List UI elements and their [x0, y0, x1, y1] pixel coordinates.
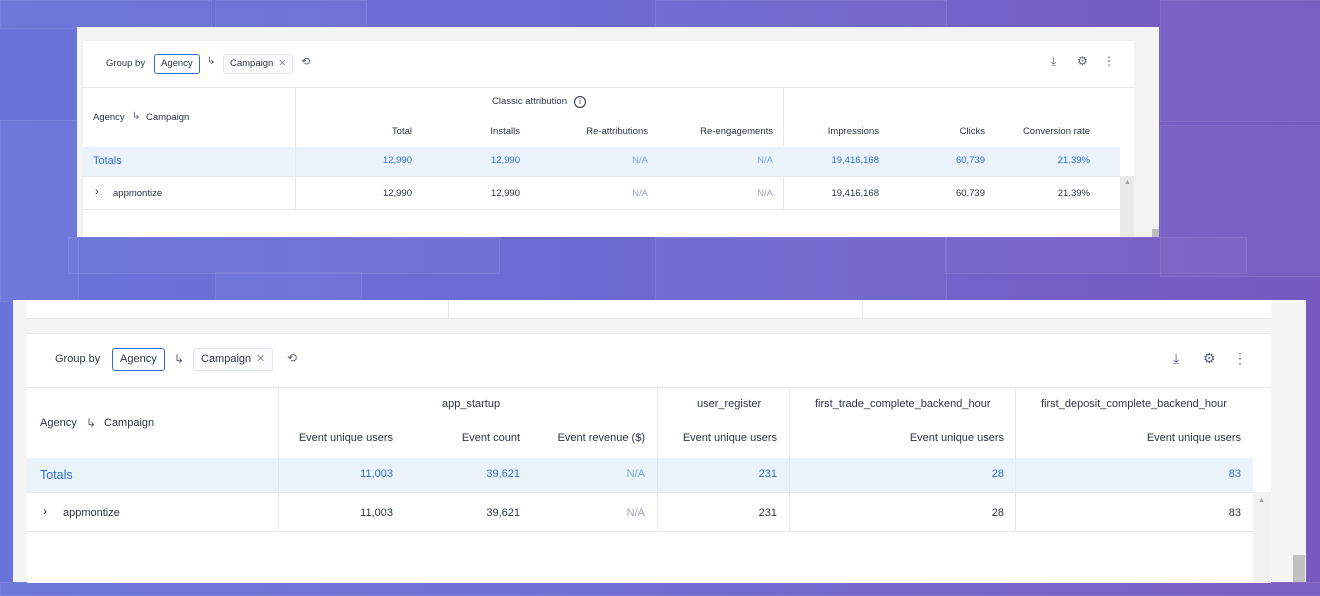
- totals-label: Totals: [93, 155, 122, 167]
- scrollbar-thumb[interactable]: [1152, 229, 1159, 237]
- totals-installs: 12,990: [490, 155, 520, 166]
- row-agency-name[interactable]: appmontize: [113, 188, 162, 199]
- subgroup-arrow-icon: ↳: [207, 56, 216, 67]
- col-total[interactable]: Total: [392, 126, 412, 137]
- group-title-first-trade: first_trade_complete_backend_hour: [815, 398, 991, 410]
- row-app-startup-revenue: N/A: [626, 507, 645, 519]
- totals-re-engagements: N/A: [757, 155, 773, 166]
- download-icon[interactable]: ⤓: [1173, 350, 1179, 367]
- header-agency: Agency: [40, 417, 77, 429]
- totals-app-startup-unique-users: 11,003: [360, 468, 393, 480]
- row-first-deposit: 83: [1228, 507, 1241, 519]
- vertical-scrollbar[interactable]: [1253, 492, 1271, 583]
- header-agency: Agency: [93, 112, 125, 123]
- totals-label: Totals: [40, 468, 73, 482]
- row-total: 12,990: [382, 188, 412, 199]
- col-impressions[interactable]: Impressions: [828, 126, 879, 137]
- row-first-trade: 28: [991, 507, 1004, 519]
- in-app-events-panel: Group by Agency ↳ Campaign ✕ ⟲ ⤓ ⚙ ⋮ Agen…: [13, 300, 1306, 583]
- totals-re-attributions: N/A: [632, 155, 648, 166]
- group-by-agency-chip[interactable]: Agency: [112, 348, 165, 371]
- row-agency-name[interactable]: appmontize: [63, 507, 120, 519]
- subgroup-arrow-icon: ↳: [86, 416, 97, 430]
- group-by-campaign-chip[interactable]: Campaign ✕: [193, 348, 274, 371]
- totals-app-startup-revenue: N/A: [626, 468, 645, 480]
- scroll-up-icon[interactable]: ▲: [1124, 179, 1131, 186]
- campaign-chip-label: Campaign: [201, 353, 252, 365]
- group-by-label: Group by: [55, 353, 101, 365]
- subgroup-arrow-icon: ↳: [132, 111, 141, 122]
- previous-table-footer: [27, 300, 1271, 319]
- row-user-register: 231: [758, 507, 777, 519]
- totals-app-startup-event-count: 39,621: [486, 468, 520, 480]
- col-re-engagements[interactable]: Re-engagements: [700, 126, 773, 137]
- totals-clicks: 60,739: [955, 155, 985, 166]
- group-title-user-register: user_register: [697, 398, 762, 410]
- col-first-deposit-unique-users[interactable]: Event unique users: [1147, 432, 1241, 444]
- col-installs[interactable]: Installs: [490, 126, 520, 137]
- group-title-classic-attribution: Classic attribution: [492, 96, 567, 107]
- info-icon[interactable]: i: [574, 96, 586, 108]
- col-app-startup-event-count[interactable]: Event count: [462, 432, 520, 444]
- history-icon[interactable]: ⟲: [287, 351, 297, 365]
- row-app-startup-unique-users: 11,003: [360, 507, 393, 519]
- more-vertical-icon[interactable]: ⋮: [1233, 350, 1247, 367]
- group-title-first-deposit: first_deposit_complete_backend_hour: [1041, 398, 1227, 410]
- col-first-trade-unique-users[interactable]: Event unique users: [910, 432, 1004, 444]
- more-vertical-icon[interactable]: ⋮: [1103, 54, 1115, 68]
- header-campaign: Campaign: [104, 417, 155, 429]
- subgroup-arrow-icon: ↳: [174, 352, 185, 366]
- gear-icon[interactable]: ⚙: [1077, 54, 1088, 68]
- row-re-attributions: N/A: [632, 188, 648, 199]
- scroll-up-icon[interactable]: ▲: [1258, 497, 1265, 504]
- totals-conversion-rate: 21.39%: [1057, 155, 1090, 166]
- remove-campaign-icon[interactable]: ✕: [256, 353, 265, 365]
- group-title-app-startup: app_startup: [442, 398, 501, 410]
- row-installs: 12,990: [490, 188, 520, 199]
- chevron-right-icon[interactable]: ›: [43, 504, 47, 518]
- in-app-events-table-card: Group by Agency ↳ Campaign ✕ ⟲ ⤓ ⚙ ⋮ Agen…: [27, 333, 1271, 583]
- header-campaign: Campaign: [146, 112, 190, 123]
- row-impressions: 19,416,168: [831, 188, 879, 199]
- scrollbar-thumb[interactable]: [1293, 555, 1305, 582]
- gear-icon[interactable]: ⚙: [1203, 350, 1216, 367]
- classic-attribution-table-card: Group by Agency ↳ Campaign ✕ ⟲ ⤓ ⚙ ⋮ Agen…: [83, 41, 1134, 237]
- col-re-attributions[interactable]: Re-attributions: [586, 126, 648, 137]
- group-by-agency-chip[interactable]: Agency: [154, 54, 200, 74]
- remove-campaign-icon[interactable]: ✕: [278, 58, 286, 69]
- history-icon[interactable]: ⟲: [301, 55, 310, 68]
- totals-user-register: 231: [758, 468, 777, 480]
- row-app-startup-event-count: 39,621: [486, 507, 520, 519]
- row-conversion-rate: 21.39%: [1057, 188, 1090, 199]
- col-conversion-rate[interactable]: Conversion rate: [1023, 126, 1090, 137]
- col-app-startup-revenue[interactable]: Event revenue ($): [558, 432, 645, 444]
- download-icon[interactable]: ⤓: [1051, 54, 1056, 69]
- group-by-label: Group by: [106, 58, 146, 69]
- chevron-right-icon[interactable]: ›: [95, 186, 99, 198]
- totals-total: 12,990: [382, 155, 412, 166]
- row-clicks: 60,739: [955, 188, 985, 199]
- group-by-campaign-chip[interactable]: Campaign ✕: [223, 54, 294, 74]
- classic-attribution-panel: Group by Agency ↳ Campaign ✕ ⟲ ⤓ ⚙ ⋮ Agen…: [77, 27, 1159, 237]
- col-user-register-unique-users[interactable]: Event unique users: [683, 432, 777, 444]
- col-clicks[interactable]: Clicks: [960, 126, 985, 137]
- campaign-chip-label: Campaign: [230, 58, 274, 69]
- col-app-startup-unique-users[interactable]: Event unique users: [299, 432, 393, 444]
- totals-first-deposit: 83: [1228, 468, 1241, 480]
- row-re-engagements: N/A: [757, 188, 773, 199]
- totals-impressions: 19,416,168: [831, 155, 879, 166]
- totals-first-trade: 28: [991, 468, 1004, 480]
